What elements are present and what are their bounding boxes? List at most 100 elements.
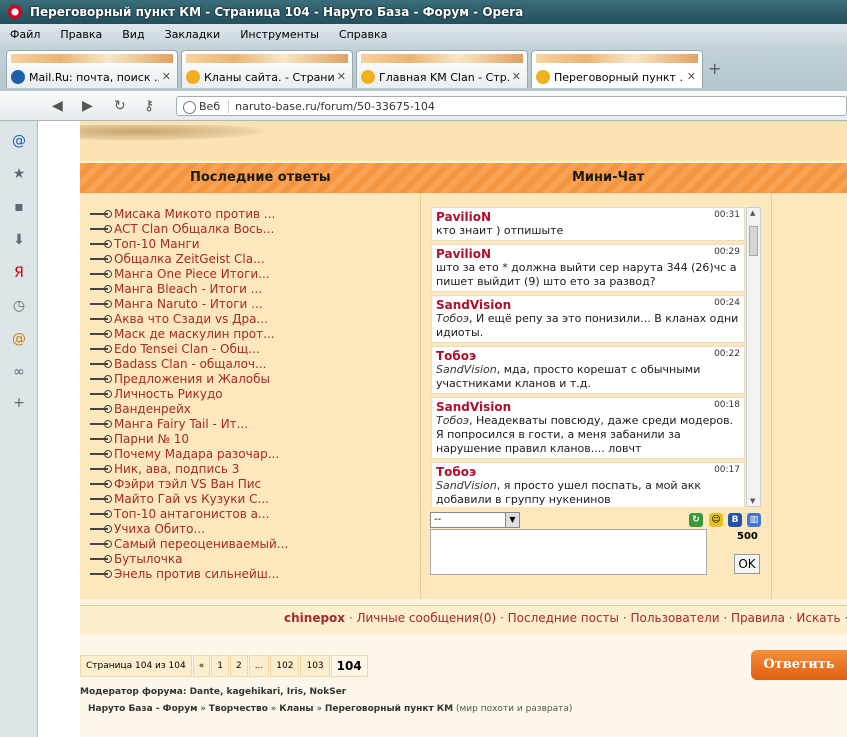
menu-bookmarks[interactable]: Закладки <box>155 28 231 41</box>
rules-icon[interactable]: ▥ <box>747 513 761 527</box>
reply-topic-link[interactable]: Аква что Сзади vs Дра... <box>114 312 268 326</box>
chat-author[interactable]: Тобоэ <box>436 349 740 363</box>
url-field[interactable]: Веб naruto-base.ru/forum/50-33675-104 <box>176 96 847 116</box>
reply-topic-link[interactable]: Манга Fairy Tail - Ит... <box>114 417 248 431</box>
list-item: ACT Clan Общалка Вось... <box>90 221 288 236</box>
menu-view[interactable]: Вид <box>112 28 154 41</box>
page-link[interactable]: ... <box>248 655 270 677</box>
username-link[interactable]: chinepox <box>284 611 345 625</box>
history-clock-icon[interactable]: ◷ <box>11 298 27 314</box>
refresh-chat-icon[interactable]: ↻ <box>689 513 703 527</box>
reply-topic-link[interactable]: Edo Tensei Clan - Общ... <box>114 342 260 356</box>
chat-author[interactable]: Тобоэ <box>436 465 740 479</box>
chat-ok-button[interactable]: OK <box>734 554 760 574</box>
reply-topic-link[interactable]: Майто Гай vs Кузуки С... <box>114 492 269 506</box>
yandex-icon[interactable]: Я <box>11 265 27 281</box>
arrow-bullet-icon <box>90 209 112 218</box>
reply-topic-link[interactable]: Мисака Микото против ... <box>114 207 275 221</box>
new-tab-icon[interactable]: + <box>708 59 721 78</box>
add-panel-icon[interactable]: + <box>11 395 27 411</box>
menu-tools[interactable]: Инструменты <box>230 28 329 41</box>
opera-logo-icon[interactable] <box>8 5 22 19</box>
bold-icon[interactable]: B <box>728 513 742 527</box>
tab-close-icon[interactable]: ✕ <box>512 70 521 83</box>
user-nav-link[interactable]: Пользователи <box>630 611 719 625</box>
reply-button[interactable]: Ответить <box>751 650 847 680</box>
url-text[interactable]: naruto-base.ru/forum/50-33675-104 <box>229 100 435 113</box>
reply-topic-link[interactable]: Предложения и Жалобы <box>114 372 270 386</box>
scroll-thumb[interactable] <box>749 226 758 256</box>
chat-author[interactable]: PavilioN <box>436 210 740 224</box>
reply-topic-link[interactable]: Учиха Обито... <box>114 522 205 536</box>
smiley-select[interactable]: -- ▼ <box>430 512 520 528</box>
tab-km-clan[interactable]: Главная KM Clan - Стр... ✕ <box>356 50 528 88</box>
smiley-icon[interactable]: ☺ <box>709 513 723 527</box>
notes-icon[interactable]: ▪ <box>11 199 27 215</box>
page-link[interactable]: 103 <box>300 655 330 677</box>
reply-topic-link[interactable]: Общалка ZeitGeist Cla... <box>114 252 265 266</box>
reply-topic-link[interactable]: Фэйри тэйл VS Ван Пис <box>114 477 261 491</box>
reload-icon[interactable]: ↻ <box>114 98 126 114</box>
tab-close-icon[interactable]: ✕ <box>162 70 171 83</box>
links-icon[interactable]: ∞ <box>11 364 27 380</box>
arrow-bullet-icon <box>90 479 112 488</box>
breadcrumb-link[interactable]: Переговорный пункт КМ <box>325 704 453 714</box>
downloads-icon[interactable]: ⬇ <box>11 232 27 248</box>
mail-at-icon[interactable]: @ <box>11 133 27 149</box>
reply-topic-link[interactable]: Манга One Piece Итоги... <box>114 267 270 281</box>
chat-scrollbar[interactable]: ▲ ▼ <box>746 207 761 507</box>
tab-clans[interactable]: Кланы сайта. - Страни... ✕ <box>181 50 353 88</box>
reply-topic-link[interactable]: Ник, ава, подпись 3 <box>114 462 239 476</box>
list-item: Энель против сильнейш... <box>90 566 288 581</box>
chat-author[interactable]: PavilioN <box>436 247 740 261</box>
page-link[interactable]: « <box>192 655 211 677</box>
menu-file[interactable]: Файл <box>0 28 50 41</box>
reply-topic-link[interactable]: ACT Clan Общалка Вось... <box>114 222 274 236</box>
list-item: Маск де маскулин прот... <box>90 326 288 341</box>
chat-message: Тобоэ 00:17 SandVision, я просто ушел посп… <box>431 462 745 507</box>
breadcrumb-link[interactable]: Кланы <box>279 704 313 714</box>
user-nav-link[interactable]: Правила <box>731 611 785 625</box>
reply-topic-link[interactable]: Манга Naruto - Итоги ... <box>114 297 263 311</box>
reply-topic-link[interactable]: Ванденрейх <box>114 402 191 416</box>
user-nav-link[interactable]: Последние посты <box>508 611 619 625</box>
tab-close-icon[interactable]: ✕ <box>687 70 696 83</box>
page-link[interactable]: 1 <box>211 655 229 677</box>
chat-author[interactable]: SandVision <box>436 298 740 312</box>
reply-topic-link[interactable]: Топ-10 антагонистов а... <box>114 507 269 521</box>
user-nav-link[interactable]: Личные сообщения(0) <box>356 611 496 625</box>
reply-topic-link[interactable]: Парни № 10 <box>114 432 189 446</box>
chat-message-input[interactable] <box>430 529 707 575</box>
key-icon[interactable]: ⚷ <box>144 98 154 114</box>
chat-author[interactable]: SandVision <box>436 400 740 414</box>
arrow-bullet-icon <box>90 359 112 368</box>
breadcrumb-link[interactable]: Наруто База - Форум <box>88 704 197 714</box>
reply-topic-link[interactable]: Личность Рикудо <box>114 387 223 401</box>
tab-active-negotiation[interactable]: Переговорный пункт ... ✕ <box>531 50 703 88</box>
reply-topic-link[interactable]: Бутылочка <box>114 552 183 566</box>
page-link[interactable]: 2 <box>229 655 248 677</box>
tab-close-icon[interactable]: ✕ <box>337 70 346 83</box>
reply-topic-link[interactable]: Почему Мадара разочар... <box>114 447 279 461</box>
list-item: Майто Гай vs Кузуки С... <box>90 491 288 506</box>
user-nav-link[interactable]: Искать <box>796 611 840 625</box>
reply-topic-link[interactable]: Самый переоцениваемый... <box>114 537 288 551</box>
menu-help[interactable]: Справка <box>329 28 397 41</box>
arrow-bullet-icon <box>90 374 112 383</box>
tab-mailru[interactable]: Mail.Ru: почта, поиск ... ✕ <box>6 50 178 88</box>
forward-arrow-icon[interactable]: ▶ <box>82 98 93 114</box>
reply-topic-link[interactable]: Badass Clan - общалоч... <box>114 357 266 371</box>
reply-topic-link[interactable]: Манга Bleach - Итоги ... <box>114 282 262 296</box>
reply-topic-link[interactable]: Топ-10 Манги <box>114 237 200 251</box>
breadcrumb-link[interactable]: Творчество <box>209 704 268 714</box>
reply-topic-link[interactable]: Маск де маскулин прот... <box>114 327 275 341</box>
reply-topic-link[interactable]: Энель против сильнейш... <box>114 567 279 581</box>
scroll-down-icon[interactable]: ▼ <box>750 497 755 505</box>
arrow-bullet-icon <box>90 464 112 473</box>
page-link[interactable]: 102 <box>270 655 300 677</box>
back-arrow-icon[interactable]: ◀ <box>52 98 63 114</box>
bookmarks-star-icon[interactable]: ★ <box>11 166 27 182</box>
menu-edit[interactable]: Правка <box>50 28 112 41</box>
scroll-up-icon[interactable]: ▲ <box>750 209 755 217</box>
mail-search-icon[interactable]: @ <box>11 331 27 347</box>
